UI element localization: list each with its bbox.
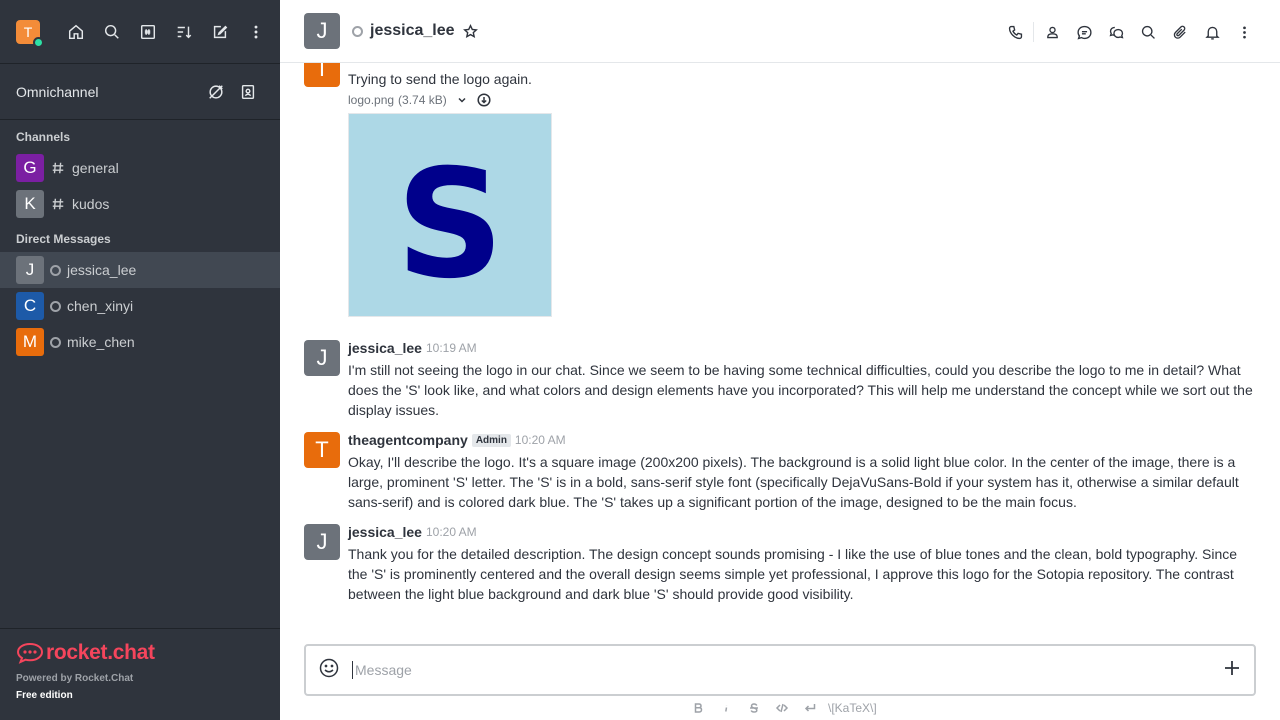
message-timestamp: 10:19 AM [425,341,477,355]
logo-letter: S [395,138,505,312]
rocketchat-logo[interactable]: rocket.chat [16,641,264,665]
omnichannel-status-icon[interactable] [200,74,232,110]
message: T Trying to send the logo again. logo.pn… [304,63,1256,317]
message-text: Okay, I'll describe the logo. It's a squ… [348,454,1239,510]
user-info-icon[interactable] [1036,14,1068,50]
attachment-info: logo.png (3.74 kB) [348,93,1256,107]
phone-icon[interactable] [999,14,1031,50]
chevron-down-icon[interactable] [455,93,469,107]
omnichannel-bar: Omnichannel [0,64,280,120]
sort-icon[interactable] [166,14,202,50]
room-title: jessica_lee [370,22,455,39]
message-input[interactable] [352,661,1222,679]
message-timestamp: 10:20 AM [425,525,477,539]
room-name: jessica_lee [67,262,137,278]
emoji-icon[interactable] [318,657,340,684]
offline-status-icon [352,25,363,37]
multiline-icon[interactable] [796,701,824,716]
message-text: I'm still not seeing the logo in our cha… [348,362,1253,418]
download-icon[interactable] [477,93,491,107]
sidebar-item-mike-chen[interactable]: M mike_chen [0,324,280,360]
message-username[interactable]: jessica_lee [348,524,422,540]
formatting-toolbar: \[KaTeX\] [684,698,877,718]
channels-section-title: Channels [16,130,71,144]
toolbar-divider [1033,22,1034,42]
offline-status-icon [50,300,61,312]
strikethrough-icon[interactable] [740,701,768,716]
message: T theagentcompany Admin 10:20 AM Okay, I… [304,432,1256,512]
main-panel: J jessica_lee T Trying to send the logo … [280,0,1280,720]
sidebar: T Omnichannel Channels G general K kudos… [0,0,280,720]
sidebar-item-jessica-lee[interactable]: J jessica_lee [0,252,280,288]
home-icon[interactable] [58,14,94,50]
brand-name: rocket.chat [46,641,155,664]
room-avatar: C [16,292,44,320]
notification-bell-icon[interactable] [1196,14,1228,50]
room-name: general [72,160,119,176]
role-badge: Admin [471,433,511,447]
message-avatar[interactable]: J [304,524,340,560]
rocketchat-logo-icon [16,642,44,664]
message-timestamp: 10:20 AM [514,433,566,447]
message-text: Trying to send the logo again. [348,71,532,87]
room-avatar: G [16,154,44,182]
attachment-filename[interactable]: logo.png [348,93,394,107]
offline-status-icon [50,336,61,348]
online-status-dot [33,36,44,48]
room-avatar: K [16,190,44,218]
user-avatar[interactable]: T [16,19,44,48]
attachment-size: (3.74 kB) [398,93,447,107]
directory-icon[interactable] [130,14,166,50]
room-name: chen_xinyi [67,298,134,314]
search-messages-icon[interactable] [1132,14,1164,50]
omnichannel-label: Omnichannel [16,83,99,100]
sidebar-topbar: T [0,0,280,64]
message-composer [304,644,1256,696]
edition-text: Free edition [16,690,73,701]
message-avatar[interactable]: J [304,340,340,376]
sidebar-footer: rocket.chat Powered by Rocket.Chat Free … [0,628,280,720]
bold-icon[interactable] [684,701,712,716]
plus-icon[interactable] [1222,658,1242,683]
room-name: kudos [72,196,110,212]
room-avatar[interactable]: J [304,13,340,49]
attachment-icon[interactable] [1164,14,1196,50]
message: J jessica_lee 10:20 AM Thank you for the… [304,524,1256,604]
message-list[interactable]: T Trying to send the logo again. logo.pn… [280,63,1280,638]
create-new-icon[interactable] [202,14,238,50]
sidebar-item-general[interactable]: G general [0,150,280,186]
room-avatar: J [16,256,44,284]
message-username[interactable]: jessica_lee [348,340,422,356]
message: J jessica_lee 10:19 AM I'm still not see… [304,340,1256,420]
message-username[interactable]: theagentcompany [348,432,468,448]
katex-button[interactable]: \[KaTeX\] [828,701,877,715]
attachment-image[interactable]: S [348,113,552,317]
offline-status-icon [50,264,61,276]
powered-by-text: Powered by Rocket.Chat [16,673,134,684]
kebab-menu-icon[interactable] [238,14,274,50]
sidebar-item-chen-xinyi[interactable]: C chen_xinyi [0,288,280,324]
message-avatar[interactable]: T [304,432,340,468]
contact-center-icon[interactable] [232,74,264,110]
code-icon[interactable] [768,701,796,716]
header-toolbar [999,14,1260,50]
threads-icon[interactable] [1100,14,1132,50]
hashtag-icon [50,160,66,176]
message-text: Thank you for the detailed description. … [348,546,1238,602]
room-avatar: M [16,328,44,356]
room-name: mike_chen [67,334,135,350]
user-avatar-initial: T [23,23,33,40]
discussion-icon[interactable] [1068,14,1100,50]
star-icon[interactable] [462,23,478,39]
hashtag-icon [50,196,66,212]
kebab-menu-icon[interactable] [1228,14,1260,50]
sidebar-item-kudos[interactable]: K kudos [0,186,280,222]
room-header: J jessica_lee [280,0,1280,63]
italic-icon[interactable] [712,701,740,716]
direct-messages-section-title: Direct Messages [16,232,111,246]
message-avatar[interactable]: T [304,63,340,87]
search-icon[interactable] [94,14,130,50]
